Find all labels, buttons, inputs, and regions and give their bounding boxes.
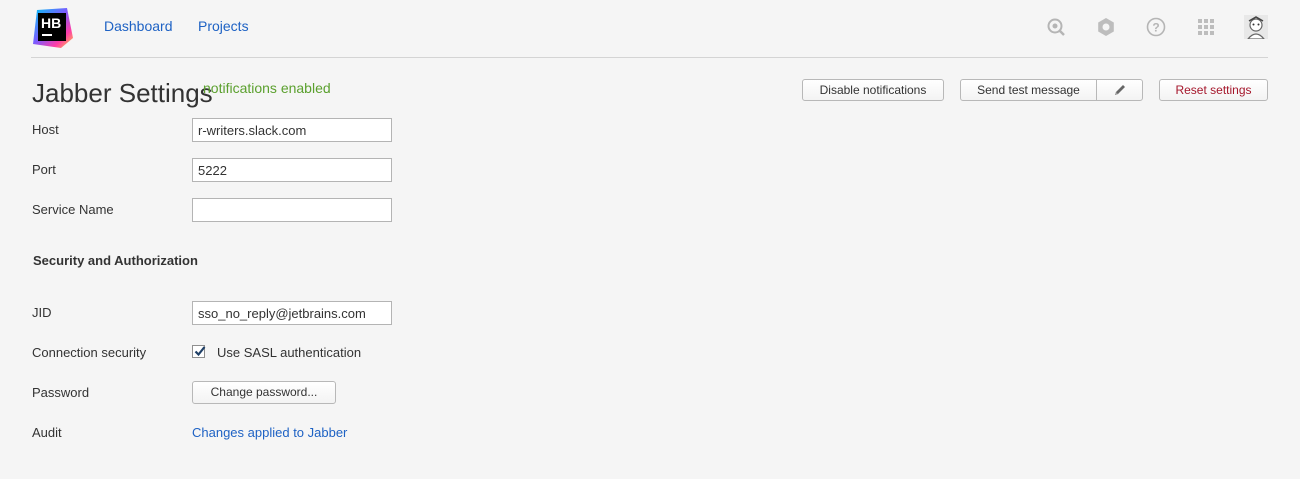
port-input[interactable]	[192, 158, 392, 182]
reset-settings-button[interactable]: Reset settings	[1159, 79, 1268, 101]
jid-label: JID	[32, 305, 52, 320]
security-section-title: Security and Authorization	[33, 253, 198, 268]
audit-link[interactable]: Changes applied to Jabber	[192, 425, 347, 440]
disable-notifications-button[interactable]: Disable notifications	[802, 79, 944, 101]
checkmark-icon	[194, 346, 206, 357]
settings-gear-icon[interactable]	[1095, 16, 1117, 38]
password-label: Password	[32, 385, 90, 400]
send-test-message-button[interactable]: Send test message	[961, 80, 1097, 100]
audit-label: Audit	[32, 425, 62, 440]
header-divider	[31, 57, 1268, 58]
user-avatar-icon[interactable]	[1244, 15, 1268, 39]
svg-text:?: ?	[1152, 21, 1159, 35]
nav-dashboard[interactable]: Dashboard	[104, 18, 173, 34]
pencil-icon	[1114, 85, 1125, 95]
hub-logo[interactable]: HB	[31, 8, 73, 48]
top-header: HB Dashboard Projects ?	[0, 0, 1300, 56]
help-icon[interactable]: ?	[1145, 16, 1167, 38]
search-icon[interactable]	[1045, 16, 1067, 38]
send-test-button-group: Send test message	[960, 79, 1143, 101]
page-title: Jabber Settings	[32, 78, 213, 108]
sasl-checkbox[interactable]	[192, 345, 206, 358]
apps-grid-icon[interactable]	[1195, 16, 1217, 38]
host-label: Host	[32, 122, 59, 137]
port-label: Port	[32, 162, 56, 177]
host-input[interactable]	[192, 118, 392, 142]
logo-text: HB	[41, 15, 62, 31]
service-name-label: Service Name	[32, 202, 114, 217]
service-name-input[interactable]	[192, 198, 392, 222]
edit-message-button[interactable]	[1097, 80, 1142, 100]
logo-mark: HB	[38, 13, 66, 41]
connection-security-label: Connection security	[32, 345, 147, 360]
jid-input[interactable]	[192, 301, 392, 325]
nav-projects[interactable]: Projects	[198, 18, 249, 34]
sasl-checkbox-label[interactable]: Use SASL authentication	[217, 345, 361, 360]
change-password-button[interactable]: Change password...	[192, 381, 336, 404]
notification-status: notifications enabled	[203, 80, 331, 96]
